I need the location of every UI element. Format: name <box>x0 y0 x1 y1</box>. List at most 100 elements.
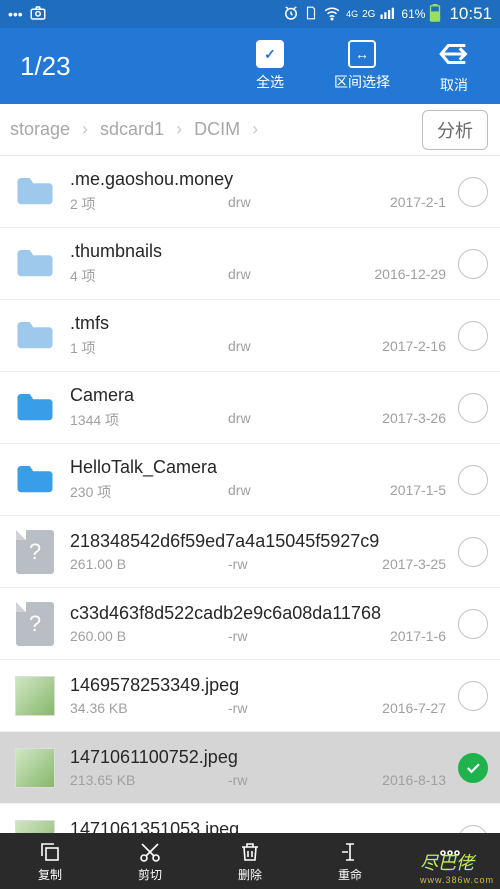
file-perm: -rw <box>228 772 338 788</box>
file-perm: drw <box>228 482 338 502</box>
image-thumb <box>14 819 56 834</box>
file-row[interactable]: ? c33d463f8d522cadb2e9c6a08da11768 260.0… <box>0 588 500 660</box>
file-size: 213.65 KB <box>70 772 228 788</box>
selection-radio[interactable] <box>458 753 488 783</box>
folder-icon <box>14 315 56 357</box>
chevron-right-icon: › <box>246 119 264 140</box>
app-header: 1/23 ✓ 全选 ↔ 区间选择 取消 <box>0 28 500 104</box>
file-date: 2016-12-29 <box>374 266 446 286</box>
status-bar: ••• 4G 2G 61% 10:51 <box>0 0 500 28</box>
unknown-file-icon: ? <box>14 531 56 573</box>
rename-label: 重命 <box>338 866 362 883</box>
battery-icon <box>429 4 441 25</box>
file-list[interactable]: .me.gaoshou.money 2 项 drw 2017-2-1 .thum… <box>0 156 500 833</box>
copy-button[interactable]: 复制 <box>0 833 100 889</box>
file-size: 2 项 <box>70 194 228 214</box>
file-name: 218348542d6f59ed7a4a15045f5927c9 <box>70 531 446 552</box>
file-date: 2017-2-1 <box>390 194 446 214</box>
net1-label: 4G <box>346 10 358 19</box>
camera-icon <box>29 4 47 25</box>
battery-label: 61% <box>401 7 425 21</box>
file-row[interactable]: HelloTalk_Camera 230 项 drw 2017-1-5 <box>0 444 500 516</box>
file-row[interactable]: 1469578253349.jpeg 34.36 KB -rw 2016-7-2… <box>0 660 500 732</box>
file-date: 2017-1-5 <box>390 482 446 502</box>
file-row[interactable]: ? 218348542d6f59ed7a4a15045f5927c9 261.0… <box>0 516 500 588</box>
folder-icon <box>14 387 56 429</box>
file-perm: drw <box>228 338 338 358</box>
file-name: 1469578253349.jpeg <box>70 675 446 696</box>
rename-icon <box>338 840 362 864</box>
folder-icon <box>14 243 56 285</box>
file-row[interactable]: 1471061351053.jpeg 229.88 KB -rw 2016-8-… <box>0 804 500 833</box>
select-all-label: 全选 <box>256 72 284 92</box>
file-row[interactable]: .me.gaoshou.money 2 项 drw 2017-2-1 <box>0 156 500 228</box>
selection-radio[interactable] <box>458 609 488 639</box>
file-row[interactable]: .tmfs 1 项 drw 2017-2-16 <box>0 300 500 372</box>
selection-radio[interactable] <box>458 681 488 711</box>
file-row[interactable]: 1471061100752.jpeg 213.65 KB -rw 2016-8-… <box>0 732 500 804</box>
image-thumb <box>14 747 56 789</box>
file-name: .me.gaoshou.money <box>70 169 446 190</box>
file-size: 260.00 B <box>70 628 228 644</box>
selection-radio[interactable] <box>458 249 488 279</box>
file-size: 1344 项 <box>70 410 228 430</box>
file-size: 1 项 <box>70 338 228 358</box>
crumb-1[interactable]: sdcard1 <box>94 119 170 140</box>
selection-radio[interactable] <box>458 321 488 351</box>
net2-label: 2G <box>362 9 375 20</box>
selection-counter: 1/23 <box>0 51 224 82</box>
folder-icon <box>14 171 56 213</box>
selection-radio[interactable] <box>458 393 488 423</box>
select-all-button[interactable]: ✓ 全选 <box>224 28 316 104</box>
rename-button[interactable]: 重命 <box>300 833 400 889</box>
file-perm: drw <box>228 266 338 286</box>
file-name: HelloTalk_Camera <box>70 457 446 478</box>
selection-radio[interactable] <box>458 177 488 207</box>
cut-icon <box>138 840 162 864</box>
file-size: 230 项 <box>70 482 228 502</box>
cut-label: 剪切 <box>138 866 162 883</box>
wifi-icon <box>322 4 342 25</box>
selection-radio[interactable] <box>458 825 488 834</box>
range-select-label: 区间选择 <box>334 72 390 92</box>
file-row[interactable]: .thumbnails 4 项 drw 2016-12-29 <box>0 228 500 300</box>
file-size: 34.36 KB <box>70 700 228 716</box>
watermark: 尽巴佬 www.386w.com <box>420 849 494 885</box>
file-name: 1471061100752.jpeg <box>70 747 446 768</box>
breadcrumb: storage › sdcard1 › DCIM › 分析 <box>0 104 500 156</box>
file-name: .thumbnails <box>70 241 446 262</box>
selection-radio[interactable] <box>458 465 488 495</box>
selection-radio[interactable] <box>458 537 488 567</box>
copy-icon <box>38 840 62 864</box>
crumb-0[interactable]: storage <box>4 119 76 140</box>
file-date: 2016-7-27 <box>382 700 446 716</box>
analyze-button[interactable]: 分析 <box>422 110 488 150</box>
file-perm: -rw <box>228 628 338 644</box>
file-row[interactable]: Camera 1344 项 drw 2017-3-26 <box>0 372 500 444</box>
range-icon: ↔ <box>348 40 376 68</box>
range-select-button[interactable]: ↔ 区间选择 <box>316 28 408 104</box>
file-date: 2016-8-13 <box>382 772 446 788</box>
file-date: 2017-1-6 <box>390 628 446 644</box>
delete-button[interactable]: 删除 <box>200 833 300 889</box>
more-icon: ••• <box>8 6 23 22</box>
delete-label: 删除 <box>238 866 262 883</box>
file-perm: -rw <box>228 700 338 716</box>
cancel-button[interactable]: 取消 <box>408 28 500 104</box>
cut-button[interactable]: 剪切 <box>100 833 200 889</box>
back-icon <box>437 37 471 71</box>
folder-icon <box>14 459 56 501</box>
image-thumb <box>14 675 56 717</box>
file-name: .tmfs <box>70 313 446 334</box>
copy-label: 复制 <box>38 866 62 883</box>
file-size: 4 项 <box>70 266 228 286</box>
cancel-label: 取消 <box>440 75 468 95</box>
file-size: 261.00 B <box>70 556 228 572</box>
file-perm: drw <box>228 410 338 430</box>
file-date: 2017-3-26 <box>382 410 446 430</box>
sim-icon <box>304 4 318 25</box>
check-icon: ✓ <box>256 40 284 68</box>
clock-label: 10:51 <box>449 4 492 24</box>
alarm-icon <box>282 4 300 25</box>
crumb-2[interactable]: DCIM <box>188 119 246 140</box>
